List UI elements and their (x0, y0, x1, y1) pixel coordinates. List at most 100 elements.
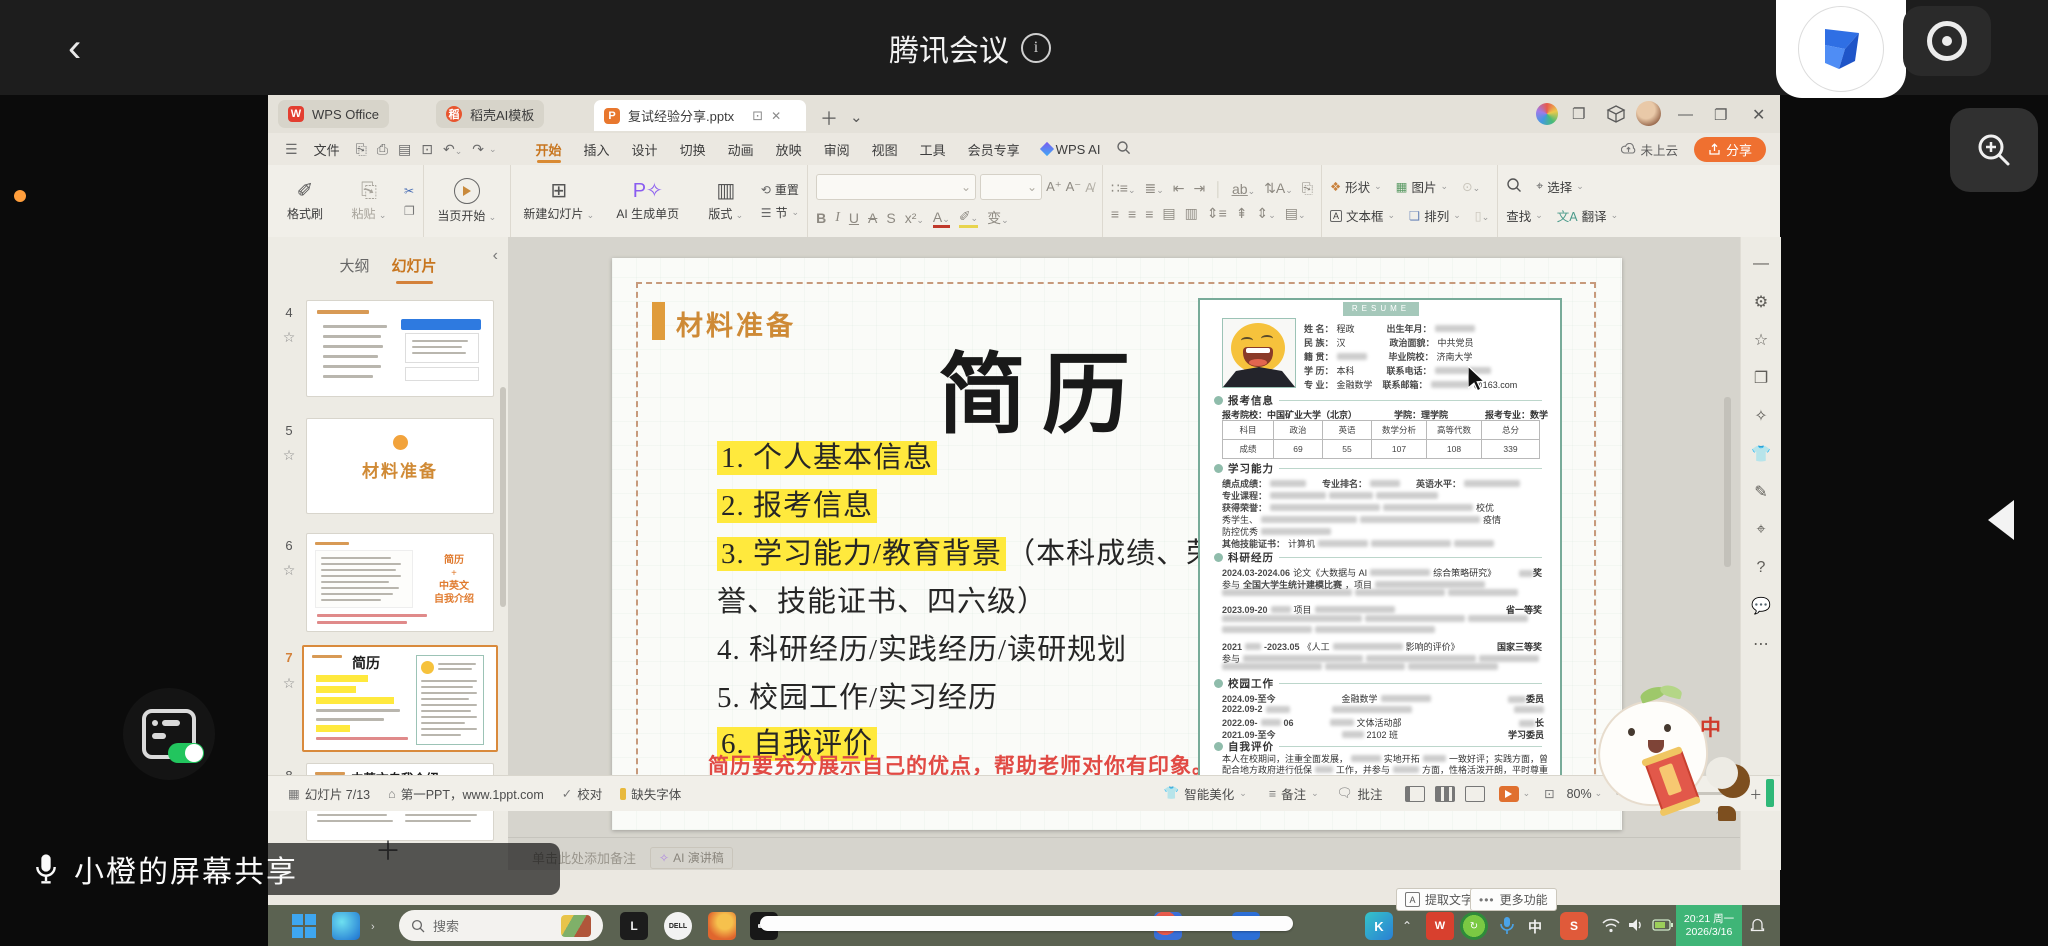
select-button[interactable]: ⌖ 选择 ⌄ (1536, 177, 1584, 196)
justify-icon[interactable]: ▤ (1162, 205, 1175, 222)
slide-7-canvas[interactable]: 材料准备 简历 1. 个人基本信息 2. 报考信息 3. 学习能力/教育背景 （本… (612, 258, 1622, 830)
sogou-tray-icon[interactable]: S (1560, 912, 1588, 940)
picture-button[interactable]: ▦ 图片 ⌄ (1396, 177, 1448, 196)
magic-wand-icon[interactable]: ✧ (1741, 397, 1781, 435)
horizontal-scrollbar-pill[interactable] (760, 916, 1293, 931)
share-button[interactable]: 分享 (1693, 136, 1766, 162)
slide-header[interactable]: 材料准备 (676, 304, 796, 343)
shapes-button[interactable]: ❖ 形状 ⌄ (1330, 177, 1382, 196)
paste-button[interactable]: ⎘ 粘贴 ⌄ (340, 170, 398, 232)
slideshow-play-button[interactable] (1498, 785, 1519, 802)
ai-generate-page-button[interactable]: P✧ AI 生成单页 (605, 170, 691, 232)
proofread-button[interactable]: ✓ 校对 (562, 784, 603, 803)
font-size-select[interactable]: ⌄ (980, 174, 1043, 200)
cube-icon[interactable] (1606, 104, 1626, 129)
fit-window-icon[interactable]: ⊡ (1544, 786, 1554, 801)
tab-pptx-active[interactable]: P 复试经验分享.pptx ⊡ ✕ (594, 100, 806, 131)
battery-icon[interactable] (1652, 918, 1674, 937)
highlight-color-icon[interactable]: ✐⌄ (958, 208, 979, 228)
para-spacing-icon[interactable]: ⇞ (1236, 205, 1248, 222)
firefox-icon[interactable] (708, 912, 736, 940)
wifi-icon[interactable] (1602, 918, 1620, 938)
slide-4-thumbnail[interactable] (306, 300, 494, 397)
copy-icon[interactable]: ❐ (404, 204, 415, 218)
notes-button[interactable]: ≡ 备注 ⌄ (1269, 784, 1319, 803)
back-icon[interactable]: ‹ (68, 26, 102, 70)
menu-home[interactable]: 开始 (525, 133, 573, 165)
zoom-level[interactable]: 80% (1567, 787, 1592, 801)
comment-bubble-icon[interactable]: 💬 (1741, 587, 1781, 625)
align-left-icon[interactable]: ≡ (1111, 206, 1119, 222)
ai-colorful-icon[interactable] (1536, 103, 1558, 125)
tab-docer-ai[interactable]: 稻 稻壳AI模板 (436, 100, 545, 128)
cloud-status[interactable]: 未上云 (1621, 140, 1678, 159)
slide-6-star-icon[interactable]: ☆ (278, 562, 300, 579)
menu-file[interactable]: 文件 (303, 133, 351, 165)
superscript-icon[interactable]: x²⌄ (905, 210, 924, 226)
taskbar-search[interactable]: 搜索 (399, 910, 603, 941)
menu-slideshow[interactable]: 放映 (765, 133, 813, 165)
menu-tools[interactable]: 工具 (909, 133, 957, 165)
list-item-5[interactable]: 5. 校园工作/实习经历 (717, 674, 998, 716)
char-spacing-icon[interactable]: a̲b̲⌄ (1232, 181, 1255, 197)
menu-animation[interactable]: 动画 (717, 133, 765, 165)
menu-review[interactable]: 审阅 (813, 133, 861, 165)
start-button[interactable] (290, 912, 318, 940)
slide-7-thumbnail-selected[interactable]: 简历 (302, 645, 498, 752)
workspace-icon[interactable]: ❐ (1572, 105, 1585, 123)
notification-bell-icon[interactable] (1749, 917, 1766, 939)
360-tray-icon[interactable]: ↻ (1460, 912, 1488, 940)
underline-icon[interactable]: U (849, 210, 859, 226)
menu-view[interactable]: 视图 (861, 133, 909, 165)
restore-icon[interactable]: ❐ (1714, 106, 1727, 124)
beautify-button[interactable]: 👕 智能美化 ⌄ (1164, 784, 1247, 803)
reset-button[interactable]: ⟲ 重置 (761, 181, 799, 198)
align-objects-icon[interactable]: ▤⌄ (1285, 205, 1306, 222)
zoom-in-icon[interactable]: ＋ (1749, 784, 1762, 803)
clear-format-icon[interactable]: A̸ (1085, 180, 1094, 195)
list-item-3[interactable]: 3. 学习能力/教育背景 （本科成绩、荣 (717, 530, 1216, 572)
redo-icon[interactable]: ↷ (467, 141, 489, 158)
indent-icon[interactable]: ⇥ (1194, 180, 1206, 197)
save-icon[interactable]: ⎘ (351, 141, 372, 158)
help-icon[interactable]: ? (1741, 549, 1781, 587)
export-icon[interactable]: ▤ (393, 141, 416, 158)
numbered-list-icon[interactable]: ≣⌄ (1144, 180, 1163, 197)
bold-icon[interactable]: B (816, 210, 826, 226)
slide-4-star-icon[interactable]: ☆ (278, 329, 300, 346)
scissors-icon[interactable]: ✂ (404, 184, 415, 198)
pen-sign-icon[interactable]: ✎ (1741, 473, 1781, 511)
info-icon[interactable]: i (1021, 33, 1051, 63)
tab-list-chevron-icon[interactable]: ⌄ (850, 108, 863, 126)
meeting-app-logo-card[interactable] (1776, 0, 1906, 98)
slide-7-star-icon[interactable]: ☆ (278, 675, 300, 692)
align-right-icon[interactable]: ≡ (1145, 206, 1153, 222)
notes-strip[interactable]: 单击此处添加备注 ✧ AI 演讲稿 (508, 845, 1740, 870)
slide-5-star-icon[interactable]: ☆ (278, 447, 300, 464)
menu-transition[interactable]: 切换 (669, 133, 717, 165)
slide-5-thumbnail[interactable]: 材料准备 (306, 418, 494, 514)
close-window-icon[interactable]: ✕ (1752, 105, 1765, 125)
resume-image[interactable]: RESUME 姓 名： 程政 出生年月： 民 族： 汉 政治面貌： 中共党员 籍… (1198, 298, 1562, 785)
layout-button[interactable]: ▥ 版式 ⌄ (697, 170, 755, 232)
canvas-scrollbar[interactable] (1724, 397, 1731, 567)
panel-scrollbar[interactable] (500, 387, 506, 607)
normal-view-icon[interactable] (1404, 785, 1425, 802)
list-item-4[interactable]: 4. 科研经历/实践经历/读研规划 (717, 626, 1127, 668)
section-button[interactable]: ☰ 节 ⌄ (761, 204, 799, 221)
convert-text-icon[interactable]: ⎘ (1302, 180, 1313, 197)
edge-browser-icon[interactable] (332, 912, 360, 940)
textbox-button[interactable]: A 文本框 ⌄ (1329, 206, 1395, 225)
star-resource-icon[interactable]: ☆ (1741, 321, 1781, 359)
play-options-chevron-icon[interactable]: ⌄ (1523, 788, 1531, 799)
sorter-view-icon[interactable] (1434, 785, 1455, 802)
columns-icon[interactable]: ▥ (1185, 205, 1198, 222)
list-item-2[interactable]: 2. 报考信息 (717, 482, 878, 524)
reading-view-icon[interactable] (1464, 785, 1485, 802)
ime-indicator[interactable]: 中 (1528, 917, 1542, 937)
menu-wps-ai[interactable]: WPS AI (1031, 133, 1112, 165)
italic-icon[interactable]: I (835, 210, 840, 226)
print-icon[interactable]: ⎙ (372, 141, 393, 158)
properties-icon[interactable]: ⚙ (1741, 283, 1781, 321)
strikethrough-icon[interactable]: A (868, 210, 877, 226)
